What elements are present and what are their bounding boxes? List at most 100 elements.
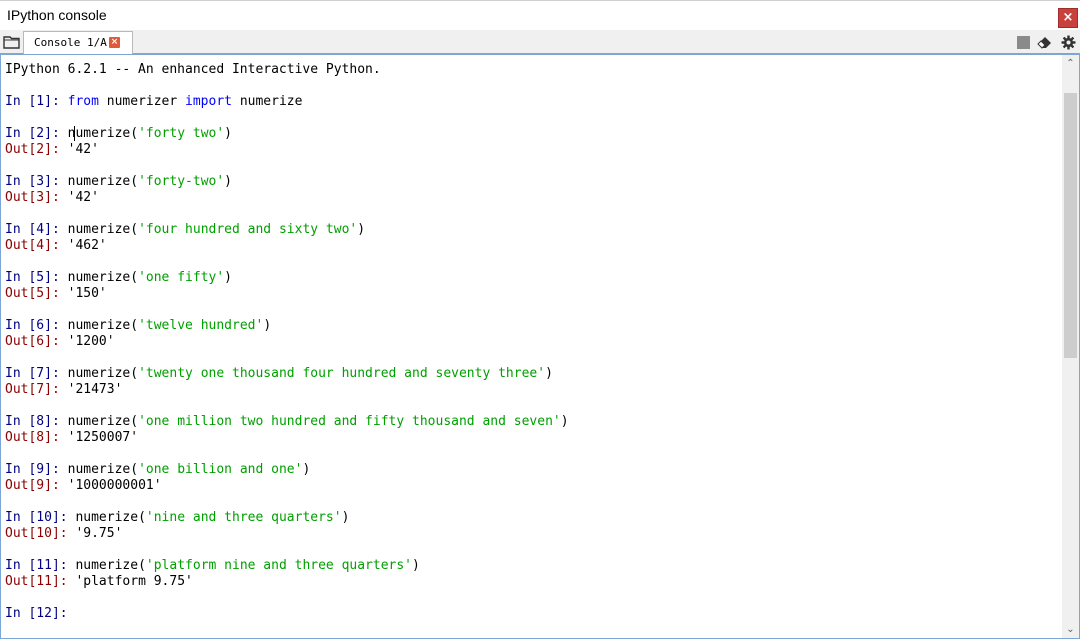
string-token: 'one fifty'	[138, 270, 225, 285]
code-token: numerize(	[67, 174, 139, 189]
output-line: Out[4]: '462'	[5, 238, 1055, 254]
in-prompt: In [2]:	[5, 126, 68, 141]
code-token: )	[263, 318, 272, 333]
input-line: In [12]:	[5, 606, 1055, 622]
stop-icon[interactable]	[1016, 35, 1031, 50]
code-token: )	[412, 558, 420, 573]
in-prompt: In [4]:	[5, 222, 68, 237]
output-line: Out[8]: '1250007'	[5, 430, 1055, 446]
code-token: numerize(	[67, 462, 139, 477]
output-line: Out[9]: '1000000001'	[5, 478, 1055, 494]
input-line: In [11]: numerize('platform nine and thr…	[5, 558, 1055, 574]
code-token: numerize(	[75, 558, 146, 573]
vertical-scrollbar[interactable]: ⌃ ⌄	[1062, 55, 1079, 638]
output-value: '150'	[67, 286, 107, 301]
string-token: 'one billion and one'	[138, 462, 303, 477]
close-window-button[interactable]: ×	[1058, 8, 1078, 28]
code-token: numerize(	[67, 318, 139, 333]
folder-icon[interactable]	[3, 34, 21, 50]
in-prompt: In [5]:	[5, 270, 68, 285]
code-token: umerize(	[74, 126, 139, 141]
code-token: numerize(	[67, 222, 139, 237]
in-prompt: In [11]:	[5, 558, 76, 573]
scroll-up-icon[interactable]: ⌃	[1062, 55, 1079, 72]
out-prompt: Out[3]:	[5, 190, 68, 205]
out-prompt: Out[9]:	[5, 478, 68, 493]
keyword-token: from	[67, 94, 99, 109]
string-token: 'twenty one thousand four hundred and se…	[138, 366, 546, 381]
input-line: In [3]: numerize('forty-two')	[5, 174, 1055, 190]
tab-close-icon[interactable]: ×	[109, 37, 120, 48]
output-value: '462'	[67, 238, 107, 253]
output-value: '42'	[67, 142, 99, 157]
code-token: numerize(	[67, 270, 139, 285]
out-prompt: Out[11]:	[5, 574, 76, 589]
string-token: 'forty-two'	[138, 174, 225, 189]
out-prompt: Out[7]:	[5, 382, 68, 397]
output-line: Out[2]: '42'	[5, 142, 1055, 158]
string-token: 'nine and three quarters'	[145, 510, 342, 525]
out-prompt: Out[8]:	[5, 430, 68, 445]
tab-label: Console 1/A	[34, 36, 107, 49]
code-token: )	[224, 126, 232, 141]
input-line: In [8]: numerize('one million two hundre…	[5, 414, 1055, 430]
code-token: )	[224, 270, 232, 285]
console-lines: IPython 6.2.1 -- An enhanced Interactive…	[5, 62, 1055, 622]
in-prompt: In [6]:	[5, 318, 68, 333]
in-prompt: In [10]:	[5, 510, 76, 525]
code-token: )	[357, 222, 366, 237]
in-prompt: In [1]:	[5, 94, 68, 109]
tab-console-1a[interactable]: Console 1/A ×	[23, 31, 133, 54]
console-banner: IPython 6.2.1 -- An enhanced Interactive…	[5, 62, 1055, 78]
console-output[interactable]: IPython 6.2.1 -- An enhanced Interactive…	[0, 54, 1080, 639]
string-token: 'four hundred and sixty two'	[138, 222, 358, 237]
window-title: IPython console	[7, 7, 107, 23]
input-line: In [2]: numerize('forty two')	[5, 126, 1055, 142]
code-token: numerize(	[75, 510, 146, 525]
string-token: 'platform nine and three quarters'	[145, 558, 413, 573]
in-prompt: In [3]:	[5, 174, 68, 189]
eraser-icon[interactable]	[1037, 35, 1052, 50]
banner-text: IPython 6.2.1 -- An enhanced Interactive…	[5, 62, 381, 77]
scrollbar-thumb[interactable]	[1064, 93, 1077, 358]
code-token: )	[341, 510, 350, 525]
output-value: '42'	[67, 190, 99, 205]
out-prompt: Out[5]:	[5, 286, 68, 301]
input-line: In [6]: numerize('twelve hundred')	[5, 318, 1055, 334]
input-line: In [1]: from numerizer import numerize	[5, 94, 1055, 110]
out-prompt: Out[10]:	[5, 526, 76, 541]
input-line: In [9]: numerize('one billion and one')	[5, 462, 1055, 478]
keyword-token: import	[185, 94, 232, 109]
title-bar: IPython console ×	[0, 0, 1080, 30]
code-token: numerize(	[67, 414, 139, 429]
code-token: )	[224, 174, 232, 189]
output-value: '1000000001'	[67, 478, 162, 493]
output-line: Out[7]: '21473'	[5, 382, 1055, 398]
code-token: numerize	[232, 94, 303, 109]
output-value: '1200'	[67, 334, 115, 349]
output-value: '21473'	[67, 382, 123, 397]
input-line: In [7]: numerize('twenty one thousand fo…	[5, 366, 1055, 382]
ipython-console-window: IPython console × Console 1/A × IPython …	[0, 0, 1080, 639]
in-prompt: In [7]:	[5, 366, 68, 381]
tab-bar: Console 1/A ×	[0, 30, 1080, 54]
output-value: 'platform 9.75'	[75, 574, 193, 589]
input-line: In [10]: numerize('nine and three quarte…	[5, 510, 1055, 526]
input-line: In [5]: numerize('one fifty')	[5, 270, 1055, 286]
scroll-down-icon[interactable]: ⌄	[1062, 621, 1079, 638]
in-prompt: In [12]:	[5, 606, 76, 621]
out-prompt: Out[4]:	[5, 238, 68, 253]
string-token: 'forty two'	[138, 126, 225, 141]
output-line: Out[10]: '9.75'	[5, 526, 1055, 542]
output-line: Out[5]: '150'	[5, 286, 1055, 302]
out-prompt: Out[6]:	[5, 334, 68, 349]
gear-icon[interactable]	[1061, 35, 1076, 50]
